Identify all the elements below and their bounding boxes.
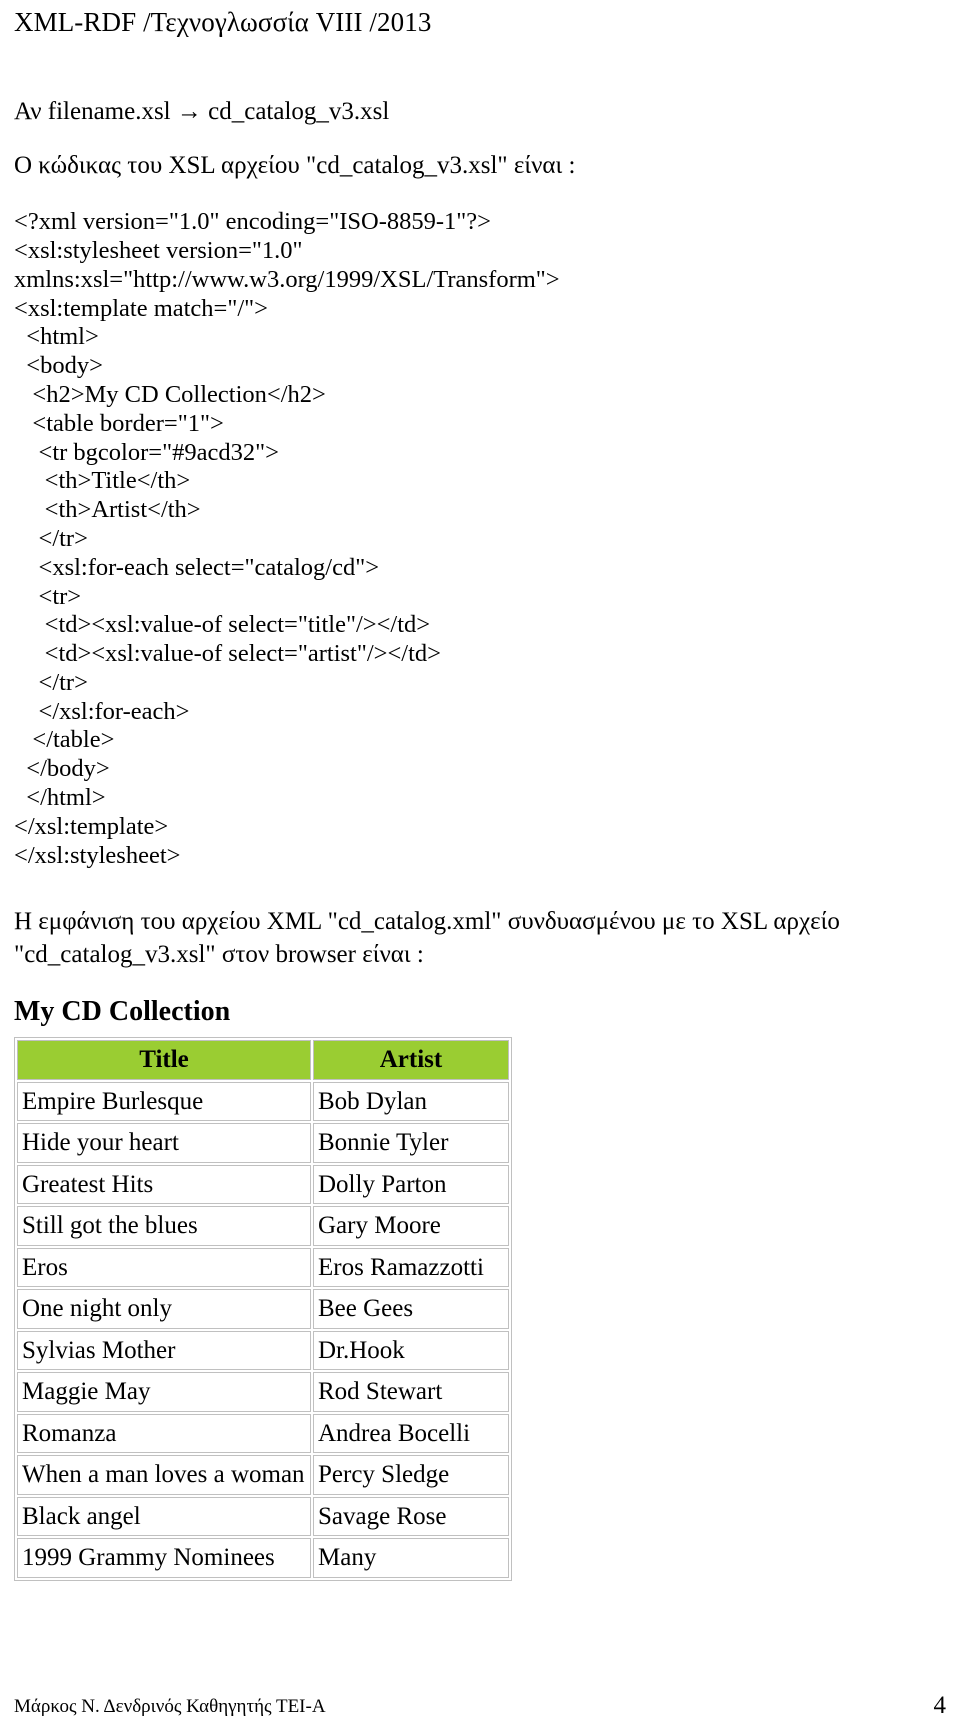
code-line: <xsl:stylesheet version="1.0": [14, 237, 303, 265]
code-line: <table border="1">: [14, 409, 224, 437]
table-row: Empire Burlesque Bob Dylan: [17, 1081, 509, 1122]
code-line: <html>: [14, 323, 99, 351]
cd-collection-heading: My CD Collection: [14, 996, 231, 1028]
code-line: <tr bgcolor="#9acd32">: [14, 438, 279, 466]
column-header-artist: Artist: [313, 1040, 509, 1080]
cell-title: Greatest Hits: [17, 1164, 311, 1205]
xsl-code-listing: <?xml version="1.0" encoding="ISO-8859-1…: [14, 208, 946, 870]
cell-artist: Gary Moore: [313, 1206, 509, 1246]
table-row: Black angel Savage Rose: [17, 1496, 509, 1537]
cell-title: Maggie May: [17, 1372, 311, 1412]
cell-title: Eros: [17, 1247, 311, 1288]
filename-suffix-text: cd_catalog_v3.xsl: [201, 98, 390, 126]
table-row: Romanza Andrea Bocelli: [17, 1413, 509, 1454]
cell-title: 1999 Grammy Nominees: [17, 1538, 311, 1578]
cell-artist: Andrea Bocelli: [313, 1413, 509, 1454]
filename-mapping-line: Αν filename.xsl → cd_catalog_v3.xsl: [14, 96, 946, 128]
code-line: <?xml version="1.0" encoding="ISO-8859-1…: [14, 208, 491, 236]
table-row: 1999 Grammy Nominees Many: [17, 1538, 509, 1578]
cd-collection-table: Title Artist Empire Burlesque Bob Dylan Hi…: [14, 1037, 512, 1581]
cd-table-head: Title Artist: [17, 1040, 509, 1080]
code-line: <tr>: [14, 582, 82, 610]
cell-title: When a man loves a woman: [17, 1455, 311, 1495]
cell-title: Empire Burlesque: [17, 1081, 311, 1122]
cd-table-body: Empire Burlesque Bob Dylan Hide your heart…: [17, 1081, 509, 1578]
code-line: <body>: [14, 352, 103, 380]
code-line: </xsl:template>: [14, 812, 169, 840]
code-line: <td><xsl:value-of select="title"/></td>: [14, 611, 431, 639]
right-arrow-icon: →: [176, 98, 202, 126]
cell-artist: Dolly Parton: [313, 1164, 509, 1205]
column-header-title: Title: [17, 1040, 311, 1080]
code-line: <h2>My CD Collection</h2>: [14, 381, 326, 409]
cell-artist: Bonnie Tyler: [313, 1123, 509, 1163]
footer-author: Μάρκος Ν. Δενδρινός Καθηγητής ΤΕΙ-Α: [14, 1696, 326, 1718]
code-line: </body>: [14, 755, 110, 783]
cell-title: Black angel: [17, 1496, 311, 1537]
table-row: When a man loves a woman Percy Sledge: [17, 1455, 509, 1495]
cell-title: One night only: [17, 1289, 311, 1329]
code-line: <xsl:template match="/">: [14, 294, 268, 322]
code-line: </xsl:for-each>: [14, 697, 190, 725]
code-line: <th>Artist</th>: [14, 496, 201, 524]
table-row: Still got the blues Gary Moore: [17, 1206, 509, 1246]
cell-artist: Bob Dylan: [313, 1081, 509, 1122]
table-row: Eros Eros Ramazzotti: [17, 1247, 509, 1288]
browser-output-area: My CD Collection Title Artist Empire Bur…: [14, 996, 946, 1581]
cell-artist: Many: [313, 1538, 509, 1578]
cell-title: Romanza: [17, 1413, 311, 1454]
cell-title: Sylvias Mother: [17, 1330, 311, 1371]
cell-artist: Bee Gees: [313, 1289, 509, 1329]
code-line: xmlns:xsl="http://www.w3.org/1999/XSL/Tr…: [14, 265, 560, 293]
footer-page-number: 4: [933, 1692, 947, 1719]
table-row: Maggie May Rod Stewart: [17, 1372, 509, 1412]
cell-artist: Dr.Hook: [313, 1330, 509, 1371]
cell-artist: Percy Sledge: [313, 1455, 509, 1495]
cell-artist: Rod Stewart: [313, 1372, 509, 1412]
table-row: Greatest Hits Dolly Parton: [17, 1164, 509, 1205]
code-line: </xsl:stylesheet>: [14, 841, 181, 869]
filename-prefix-text: Αν filename.xsl: [14, 98, 177, 126]
code-intro-line: Ο κώδικας του XSL αρχείου "cd_catalog_v3…: [14, 152, 576, 180]
cell-artist: Eros Ramazzotti: [313, 1247, 509, 1288]
cell-artist: Savage Rose: [313, 1496, 509, 1537]
cell-title: Hide your heart: [17, 1123, 311, 1163]
code-line: <td><xsl:value-of select="artist"/></td>: [14, 640, 441, 668]
document-footer: Μάρκος Ν. Δενδρινός Καθηγητής ΤΕΙ-Α 4: [14, 1689, 946, 1719]
code-line: </tr>: [14, 524, 88, 552]
code-line: </table>: [14, 726, 115, 754]
code-line: </html>: [14, 783, 106, 811]
cd-table-header-row: Title Artist: [17, 1040, 509, 1080]
running-header: XML-RDF /Τεχνογλωσσία VIII /2013: [14, 7, 432, 37]
table-row: One night only Bee Gees: [17, 1289, 509, 1329]
cell-title: Still got the blues: [17, 1206, 311, 1246]
code-line: <th>Title</th>: [14, 467, 191, 495]
code-line: <xsl:for-each select="catalog/cd">: [14, 553, 380, 581]
table-row: Hide your heart Bonnie Tyler: [17, 1123, 509, 1163]
document-page: XML-RDF /Τεχνογλωσσία VIII /2013 Αν file…: [0, 0, 960, 1731]
code-line: </tr>: [14, 668, 88, 696]
browser-render-note: Η εμφάνιση του αρχείου XML "cd_catalog.x…: [14, 908, 840, 968]
table-row: Sylvias Mother Dr.Hook: [17, 1330, 509, 1371]
